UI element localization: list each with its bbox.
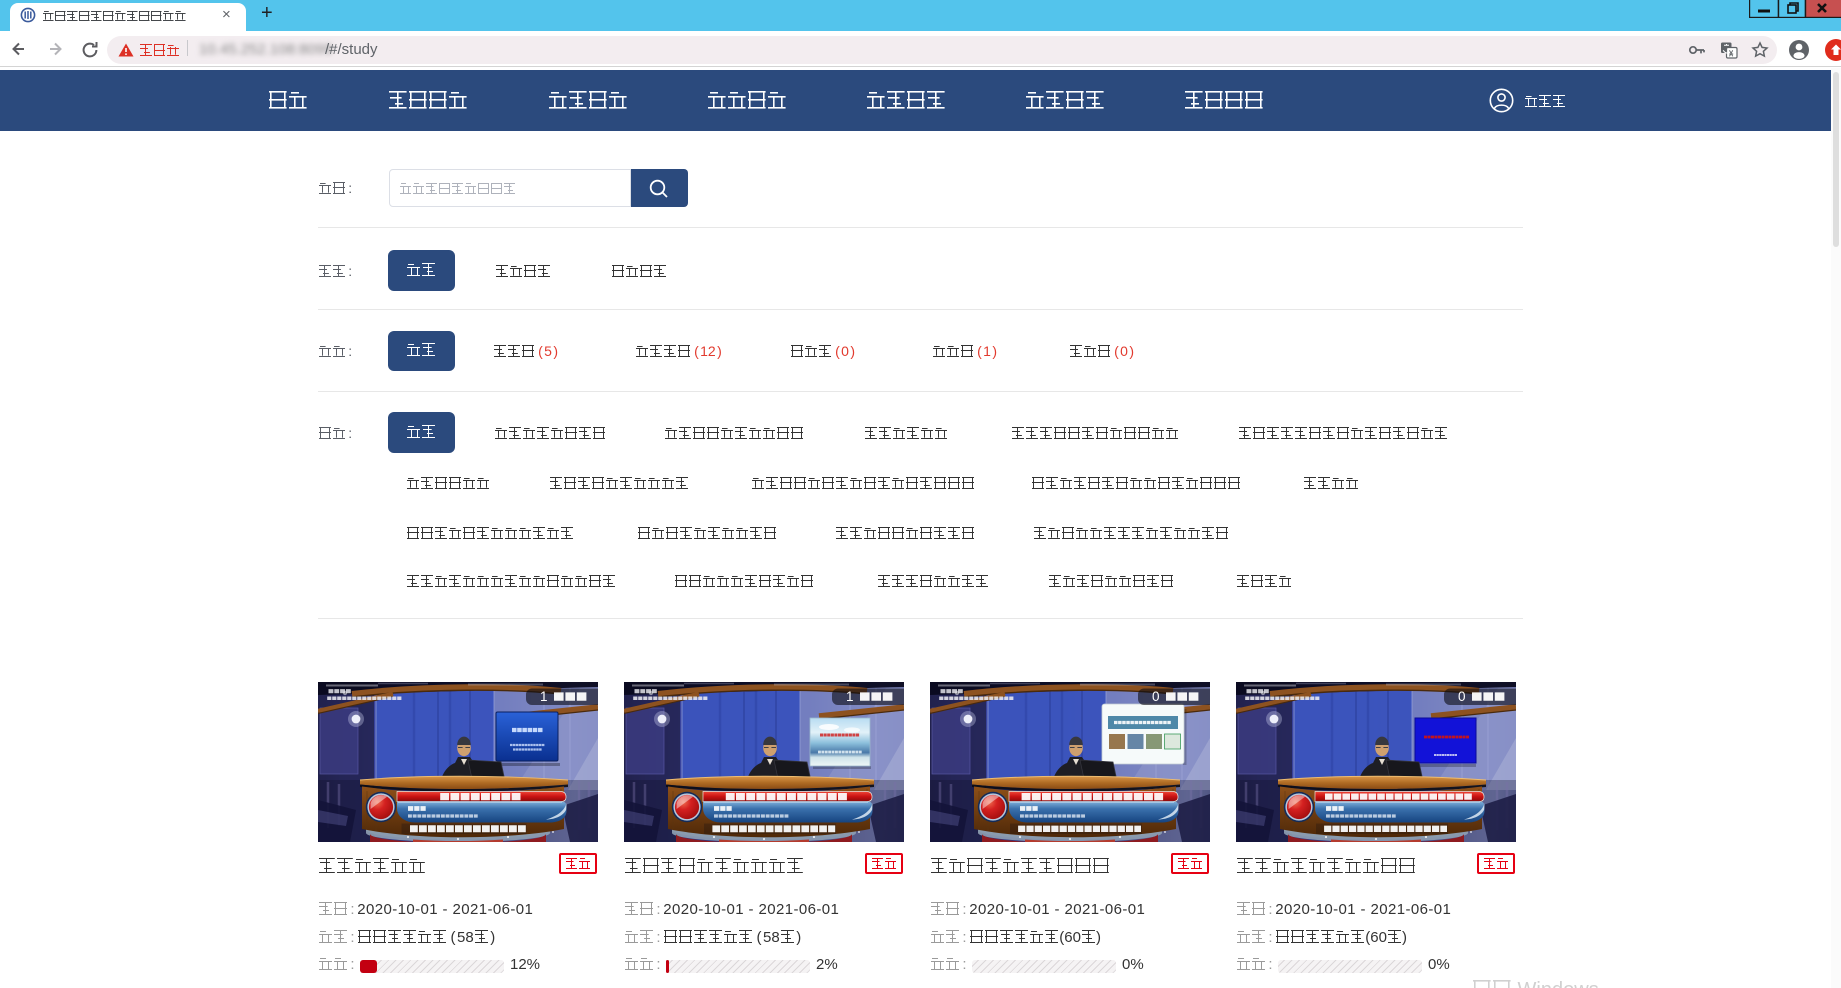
svg-text:0: 0 [1458,689,1466,704]
svg-text:1: 1 [540,689,548,704]
svg-text:0: 0 [1152,689,1160,704]
svg-text:1: 1 [846,689,854,704]
